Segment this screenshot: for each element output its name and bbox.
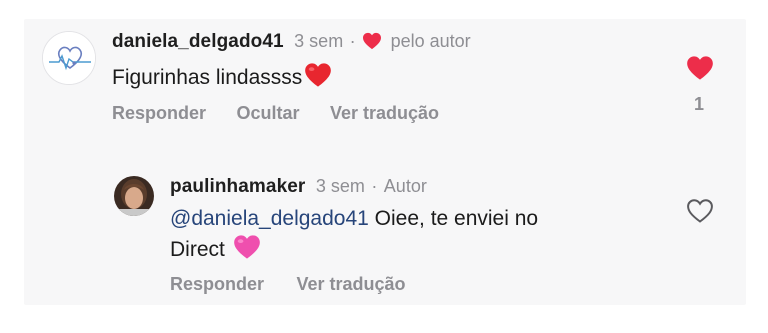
reply-text-line-2: Direct (170, 234, 261, 266)
translate-button[interactable]: Ver tradução (330, 103, 439, 123)
reply-button[interactable]: Responder (112, 103, 206, 123)
hide-button[interactable]: Ocultar (236, 103, 299, 123)
separator-dot: · (371, 176, 378, 196)
like-count: 1 (694, 94, 705, 114)
comment-time: 3 sem (294, 31, 344, 51)
reply-actions: Responder Ver tradução (170, 274, 406, 295)
reply-text-line-1: @daniela_delgado41 Oiee, te enviei no (170, 207, 538, 231)
reply-username[interactable]: paulinhamaker (170, 176, 305, 197)
comment-actions: Responder Ocultar Ver tradução (112, 103, 439, 124)
comment-body: Figurinhas lindassss (112, 66, 303, 89)
liked-by-author-label: pelo autor (390, 31, 471, 51)
like-button[interactable] (686, 55, 714, 86)
comment-header: daniela_delgado41 3 sem · pelo autor (112, 31, 471, 55)
pink-heart-emoji-icon (233, 234, 261, 266)
heart-filled-icon (687, 56, 713, 80)
liked-by-author-heart-icon (362, 32, 382, 55)
separator-dot: · (349, 31, 356, 51)
reply-body-2: Direct (170, 238, 225, 261)
comment-text: Figurinhas lindassss (112, 62, 332, 94)
reply-button[interactable]: Responder (170, 274, 264, 294)
heartbeat-logo-icon (43, 32, 95, 84)
red-heart-emoji-icon (304, 62, 332, 94)
profile-photo-icon (114, 176, 154, 216)
reply-like-button[interactable] (686, 198, 714, 229)
comment-username[interactable]: daniela_delgado41 (112, 31, 284, 52)
reply-avatar[interactable] (114, 176, 154, 216)
reply-time: 3 sem (315, 176, 365, 196)
reply-body-1: Oiee, te enviei no (368, 207, 539, 230)
reply-header: paulinhamaker 3 sem · Autor (170, 176, 427, 198)
mention-link[interactable]: @daniela_delgado41 (170, 207, 369, 230)
avatar[interactable] (42, 31, 96, 85)
translate-button[interactable]: Ver tradução (296, 274, 405, 294)
heart-outline-icon (687, 199, 713, 223)
author-badge: Autor (383, 176, 427, 196)
